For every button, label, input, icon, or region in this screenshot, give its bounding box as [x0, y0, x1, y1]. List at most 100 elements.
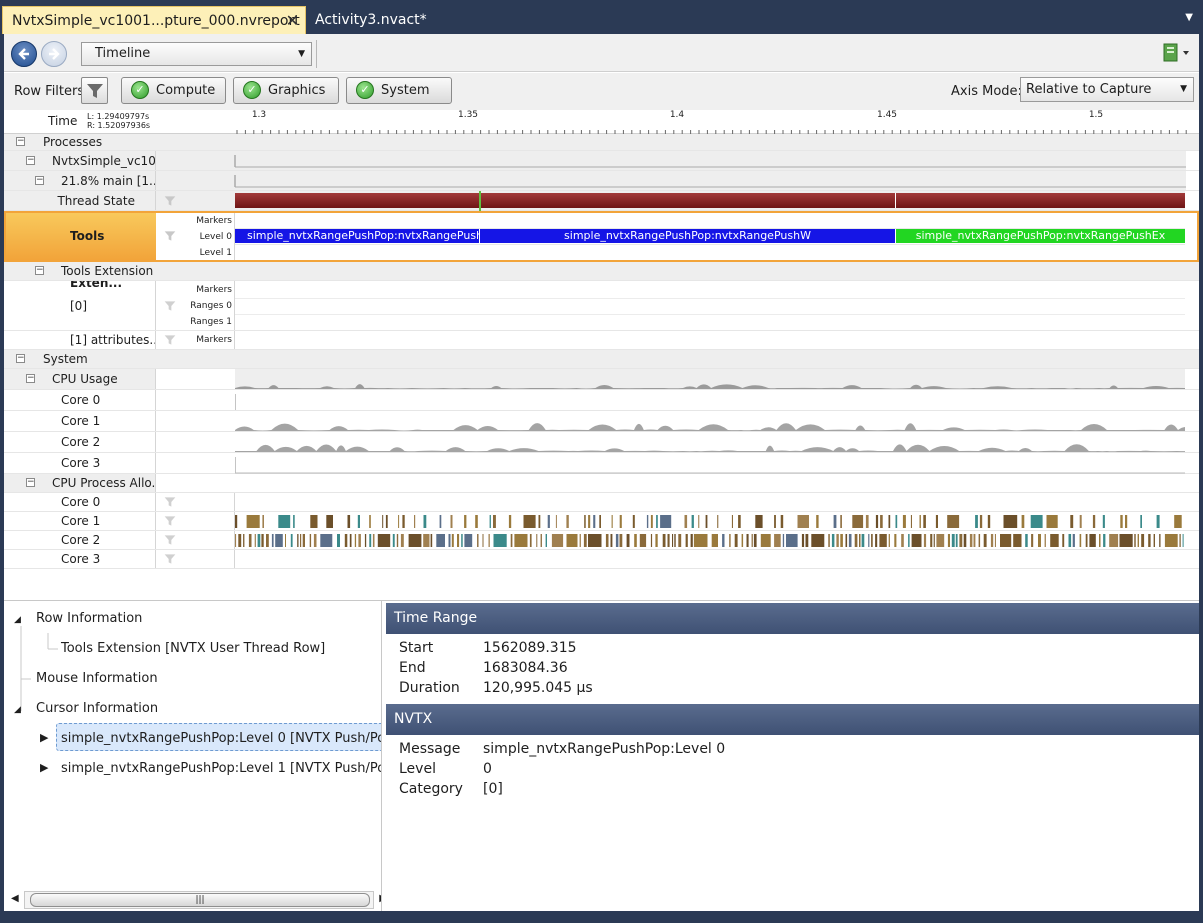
end-value: 1683084.36: [483, 660, 568, 676]
system-label: System: [43, 352, 88, 366]
funnel-icon[interactable]: [164, 534, 176, 546]
tab-list-dropdown-icon[interactable]: ▼: [1185, 12, 1193, 23]
system-filter-button[interactable]: ✓ System: [346, 77, 452, 104]
level-key: Level: [399, 761, 436, 777]
export-report-icon[interactable]: [1161, 43, 1191, 63]
collapse-icon[interactable]: −: [16, 354, 25, 363]
funnel-icon[interactable]: [164, 230, 176, 242]
collapse-icon[interactable]: −: [35, 266, 44, 275]
core-1-usage-row[interactable]: Core 1: [4, 411, 1199, 432]
cpu-allocation-row[interactable]: − CPU Process Allo...: [4, 474, 1199, 493]
compute-filter-button[interactable]: ✓ Compute: [121, 77, 226, 104]
collapse-icon[interactable]: −: [26, 156, 35, 165]
view-select-value: Timeline: [95, 46, 151, 61]
funnel-icon[interactable]: [164, 515, 176, 527]
tree-horizontal-scrollbar[interactable]: ◀ ||| ▶: [11, 891, 381, 909]
funnel-icon[interactable]: [164, 334, 176, 346]
time-range-header: Time Range: [386, 603, 1199, 634]
tab-activity[interactable]: Activity3.nvact*: [306, 6, 466, 34]
thread-state-label: Thread State: [57, 193, 135, 208]
core-0-alloc-row[interactable]: Core 0: [4, 493, 1199, 512]
thread-track: [234, 175, 1186, 188]
collapsed-triangle-icon[interactable]: ▶: [40, 731, 48, 744]
back-button[interactable]: [11, 41, 37, 67]
funnel-icon[interactable]: [164, 496, 176, 508]
ranges0-sublabel: Ranges 0: [190, 301, 232, 311]
duration-value: 120,995.045 µs: [483, 680, 593, 696]
funnel-icon[interactable]: [164, 553, 176, 565]
scroll-left-icon[interactable]: ◀: [11, 893, 19, 904]
tools-extension-group-label: Tools Extension: [61, 264, 154, 278]
collapsed-triangle-icon[interactable]: ▶: [40, 761, 48, 774]
tick-label: 1.3: [251, 110, 267, 120]
funnel-icon[interactable]: [164, 195, 176, 207]
tab-report[interactable]: NvtxSimple_vc1001...pture_000.nvreport ✕: [2, 6, 306, 34]
properties-panel: Time Range Start 1562089.315 End 1683084…: [386, 601, 1199, 911]
domain-0-row[interactable]: [0] Markers Ranges 0 Ranges 1: [4, 281, 1199, 331]
core-3-label: Core 3: [61, 456, 101, 470]
funnel-icon[interactable]: [164, 300, 176, 312]
collapse-icon[interactable]: −: [26, 374, 35, 383]
core-3-label: Core 3: [61, 552, 101, 566]
core-2-usage-row[interactable]: Core 2: [4, 432, 1199, 453]
row-filters-label: Row Filters: [14, 84, 85, 99]
core-0-usage-row[interactable]: Core 0: [4, 390, 1199, 411]
system-row[interactable]: − System: [4, 350, 1199, 369]
tools-extension-row-selected[interactable]: Tools Exten... Markers Level 0 Level 1 s…: [4, 211, 1199, 290]
check-icon: ✓: [131, 81, 149, 99]
thread-state-marker: [479, 191, 481, 211]
mouse-information-node[interactable]: Mouse Information: [36, 671, 158, 686]
core-1-alloc-row[interactable]: Core 1: [4, 512, 1199, 531]
system-filter-label: System: [381, 83, 430, 98]
thread-state-marker: [895, 193, 896, 208]
cursor-information-node[interactable]: Cursor Information: [36, 701, 158, 716]
collapse-icon[interactable]: −: [35, 176, 44, 185]
row-filter-button[interactable]: [81, 77, 108, 104]
core-2-alloc-row[interactable]: Core 2: [4, 531, 1199, 550]
expanded-triangle-icon[interactable]: ◢: [14, 705, 21, 715]
nvtx-range-bar[interactable]: simple_nvtxRangePushPop:nvtxRangePushW: [480, 229, 895, 243]
close-icon[interactable]: ✕: [286, 7, 299, 35]
scroll-right-icon[interactable]: ▶: [379, 893, 381, 904]
nvtx-range-bar[interactable]: simple_nvtxRangePushPop:nvtxRangePushEx: [896, 229, 1185, 243]
axis-mode-select[interactable]: Relative to Capture ▼: [1020, 77, 1194, 102]
view-select[interactable]: Timeline ▼: [81, 42, 312, 66]
document-tab-bar: NvtxSimple_vc1001...pture_000.nvreport ✕…: [0, 0, 1203, 34]
level-value: 0: [483, 761, 492, 777]
cpu-usage-row[interactable]: − CPU Usage: [4, 369, 1199, 390]
core-1-alloc-track: [235, 515, 1182, 528]
right-time: R: 1.52097936s: [87, 121, 151, 130]
core-3-usage-row[interactable]: Core 3: [4, 453, 1199, 474]
process-track: [234, 155, 1186, 168]
time-label: Time: [48, 114, 78, 128]
graphics-filter-button[interactable]: ✓ Graphics: [233, 77, 339, 104]
collapse-icon[interactable]: −: [26, 478, 35, 487]
process-label: NvtxSimple_vc10...: [52, 153, 156, 168]
time-ruler[interactable]: Time L: 1.29409797s R: 1.52097936s 1.3 1…: [4, 110, 1199, 134]
tools-extension-group-row[interactable]: − Tools Extension: [4, 262, 1199, 281]
graphics-filter-label: Graphics: [268, 83, 326, 98]
core-0-usage-graph: [234, 394, 236, 410]
process-row[interactable]: − NvtxSimple_vc10...: [4, 151, 1199, 171]
expanded-triangle-icon[interactable]: ◢: [14, 615, 21, 625]
processes-row[interactable]: − Processes: [4, 134, 1199, 151]
core-3-alloc-row[interactable]: Core 3: [4, 550, 1199, 569]
nvtx-range-bar[interactable]: simple_nvtxRangePushPop:nvtxRangePushA: [235, 229, 479, 243]
processes-label: Processes: [43, 135, 103, 149]
row-information-node[interactable]: Row Information: [36, 611, 142, 626]
thread-state-bar[interactable]: [235, 193, 1185, 208]
cursor-item-level1[interactable]: simple_nvtxRangePushPop:Level 1 [NVTX Pu…: [61, 761, 381, 776]
row-information-child[interactable]: Tools Extension [NVTX User Thread Row]: [61, 641, 325, 656]
chevron-down-icon: ▼: [298, 49, 305, 59]
tick-label: 1.35: [457, 110, 479, 120]
cursor-item-level0[interactable]: simple_nvtxRangePushPop:Level 0 [NVTX Pu…: [61, 731, 381, 746]
thread-state-row[interactable]: Thread State: [4, 191, 1199, 211]
report-document: Timeline ▼ Row Filters ✓ Compute ✓ Graphic…: [4, 34, 1199, 911]
forward-button[interactable]: [41, 41, 67, 67]
thread-row[interactable]: − 21.8% main [1...: [4, 171, 1199, 191]
domain-1-row[interactable]: [1] attributes... Markers: [4, 331, 1199, 350]
collapse-icon[interactable]: −: [16, 137, 25, 146]
funnel-icon: [87, 84, 103, 98]
row-filter-bar: Row Filters ✓ Compute ✓ Graphics ✓ System A…: [4, 73, 1199, 110]
scrollbar-thumb[interactable]: |||: [30, 893, 370, 907]
